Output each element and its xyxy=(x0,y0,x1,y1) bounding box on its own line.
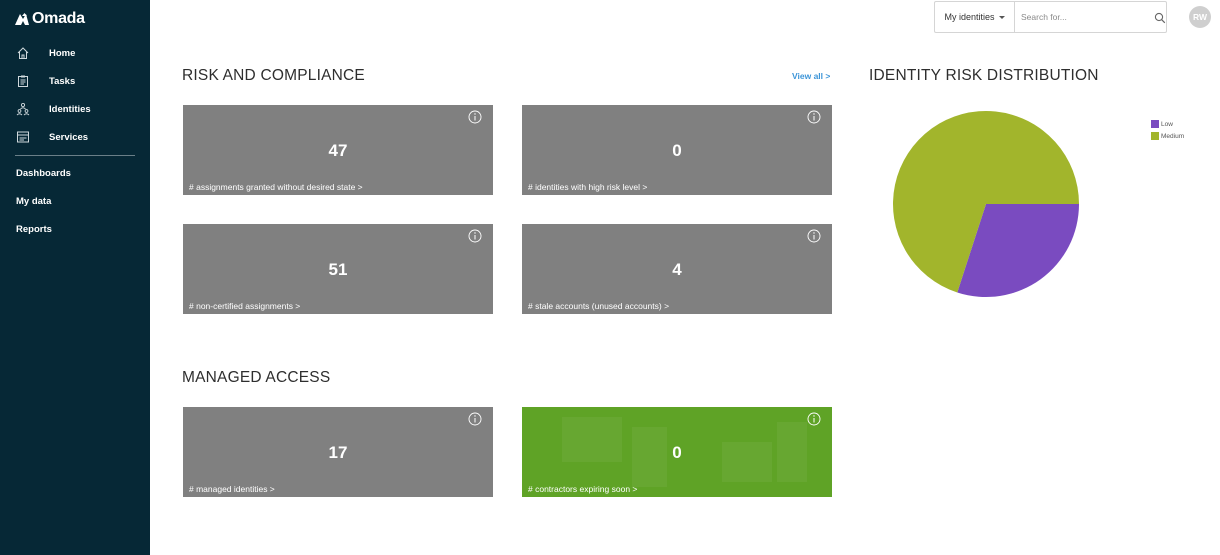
sidebar-item-label: Services xyxy=(49,131,89,143)
search-input[interactable] xyxy=(1021,10,1131,24)
tile-value: 0 xyxy=(672,141,682,160)
info-icon[interactable] xyxy=(807,110,821,124)
sidebar-item-home[interactable]: Home xyxy=(0,41,150,65)
tile-caption: # assignments granted without desired st… xyxy=(189,182,363,192)
view-all-link[interactable]: View all > xyxy=(792,71,830,81)
tile-caption: # managed identities > xyxy=(189,484,275,494)
tile-assignments-without-desired-state[interactable]: 47 # assignments granted without desired… xyxy=(183,105,493,195)
tile-non-certified-assignments[interactable]: 51 # non-certified assignments > xyxy=(183,224,493,314)
services-icon xyxy=(15,129,31,145)
tile-caption: # contractors expiring soon > xyxy=(528,484,638,494)
sidebar-divider xyxy=(15,155,135,156)
search-icon[interactable] xyxy=(1154,12,1166,24)
tile-identities-high-risk[interactable]: 0 # identities with high risk level > xyxy=(522,105,832,195)
tile-managed-identities[interactable]: 17 # managed identities > xyxy=(183,407,493,497)
logo-text: Omada xyxy=(32,10,85,27)
sidebar-item-reports[interactable]: Reports xyxy=(16,224,52,235)
tasks-icon xyxy=(15,73,31,89)
legend-swatch xyxy=(1151,132,1159,140)
sidebar-item-my-data[interactable]: My data xyxy=(16,196,51,207)
chart-legend: Low Medium xyxy=(1151,118,1184,142)
sidebar-item-label: Home xyxy=(49,47,76,59)
tile-caption: # stale accounts (unused accounts) > xyxy=(528,301,670,311)
tile-caption: # identities with high risk level > xyxy=(528,182,648,192)
info-icon[interactable] xyxy=(468,229,482,243)
chart-title: IDENTITY RISK DISTRIBUTION xyxy=(869,67,1099,84)
tile-value: 47 xyxy=(328,141,348,160)
tile-value: 4 xyxy=(672,260,682,279)
info-icon[interactable] xyxy=(468,412,482,426)
legend-label: Low xyxy=(1161,120,1173,128)
tile-caption: # non-certified assignments > xyxy=(189,301,301,311)
legend-item-medium[interactable]: Medium xyxy=(1151,130,1184,142)
tile-value: 51 xyxy=(328,260,348,279)
tile-value: 17 xyxy=(328,443,348,462)
app-root: Omada Home Tasks Identities Services Das… xyxy=(0,0,1220,555)
sidebar-item-identities[interactable]: Identities xyxy=(0,97,150,121)
tile-stale-accounts[interactable]: 4 # stale accounts (unused accounts) > xyxy=(522,224,832,314)
sidebar-item-label: Identities xyxy=(49,103,91,115)
home-icon xyxy=(15,45,31,61)
sidebar-item-dashboards[interactable]: Dashboards xyxy=(16,168,71,179)
chevron-down-icon xyxy=(998,15,1005,19)
info-icon[interactable] xyxy=(468,110,482,124)
omada-logo-icon xyxy=(15,13,29,25)
tile-contractors-expiring-soon[interactable]: 0 # contractors expiring soon > xyxy=(522,407,832,497)
avatar[interactable]: RW xyxy=(1189,6,1211,28)
info-icon[interactable] xyxy=(807,229,821,243)
legend-swatch xyxy=(1151,120,1159,128)
scope-selector-dropdown[interactable]: My identities xyxy=(934,1,1014,33)
tile-value: 0 xyxy=(672,443,682,462)
risk-section-title: RISK AND COMPLIANCE xyxy=(182,67,365,84)
sidebar: Omada Home Tasks Identities Services Das… xyxy=(0,0,150,555)
legend-item-low[interactable]: Low xyxy=(1151,118,1184,130)
omada-logo[interactable]: Omada xyxy=(14,9,85,29)
sidebar-item-services[interactable]: Services xyxy=(0,125,150,149)
sidebar-item-label: Tasks xyxy=(49,75,76,87)
identities-icon xyxy=(15,101,31,117)
search-box xyxy=(1014,1,1167,33)
sidebar-item-tasks[interactable]: Tasks xyxy=(0,69,150,93)
managed-access-section-title: MANAGED ACCESS xyxy=(182,369,331,386)
scope-selector-label: My identities xyxy=(944,12,995,22)
info-icon[interactable] xyxy=(807,412,821,426)
legend-label: Medium xyxy=(1161,132,1185,140)
